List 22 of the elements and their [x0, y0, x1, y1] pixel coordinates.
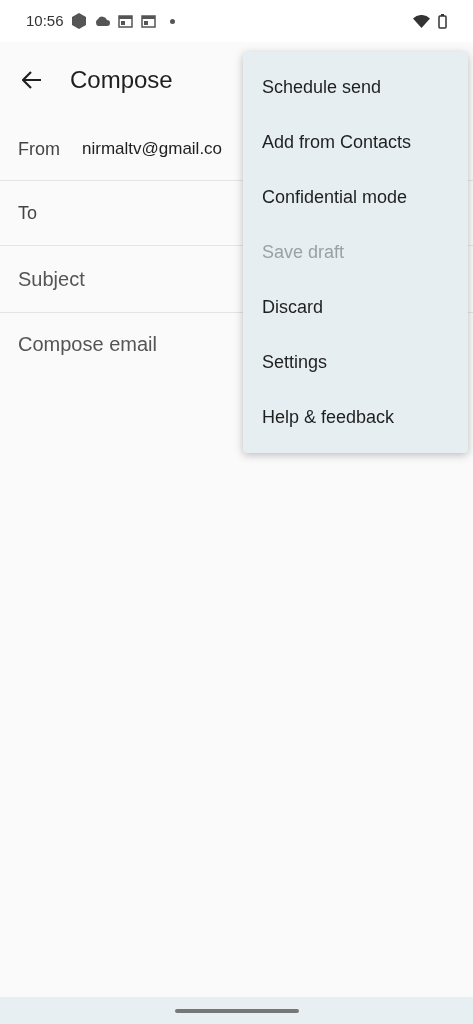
wifi-icon	[413, 14, 430, 28]
menu-item[interactable]: Schedule send	[243, 60, 468, 115]
hexagon-icon	[71, 13, 86, 29]
status-time: 10:56	[26, 10, 64, 31]
menu-item[interactable]: Discard	[243, 280, 468, 335]
from-address[interactable]: nirmaltv@gmail.co	[82, 136, 223, 162]
menu-item[interactable]: Help & feedback	[243, 390, 468, 445]
body-field[interactable]: Compose email	[18, 329, 238, 369]
menu-item[interactable]: Confidential mode	[243, 170, 468, 225]
menu-item[interactable]: Add from Contacts	[243, 115, 468, 170]
calendar-icon	[140, 14, 156, 28]
gesture-handle[interactable]	[174, 1008, 299, 1013]
from-label: From	[18, 137, 60, 161]
dot-icon	[169, 18, 175, 24]
subject-field[interactable]: Subject	[18, 264, 238, 294]
menu-item[interactable]: Settings	[243, 335, 468, 390]
battery-icon	[438, 13, 447, 29]
calendar-icon	[117, 14, 133, 28]
cloud-icon	[93, 16, 110, 26]
screen-title: Compose	[70, 65, 173, 95]
back-arrow-icon	[22, 71, 42, 89]
to-field[interactable]: To	[18, 199, 238, 227]
